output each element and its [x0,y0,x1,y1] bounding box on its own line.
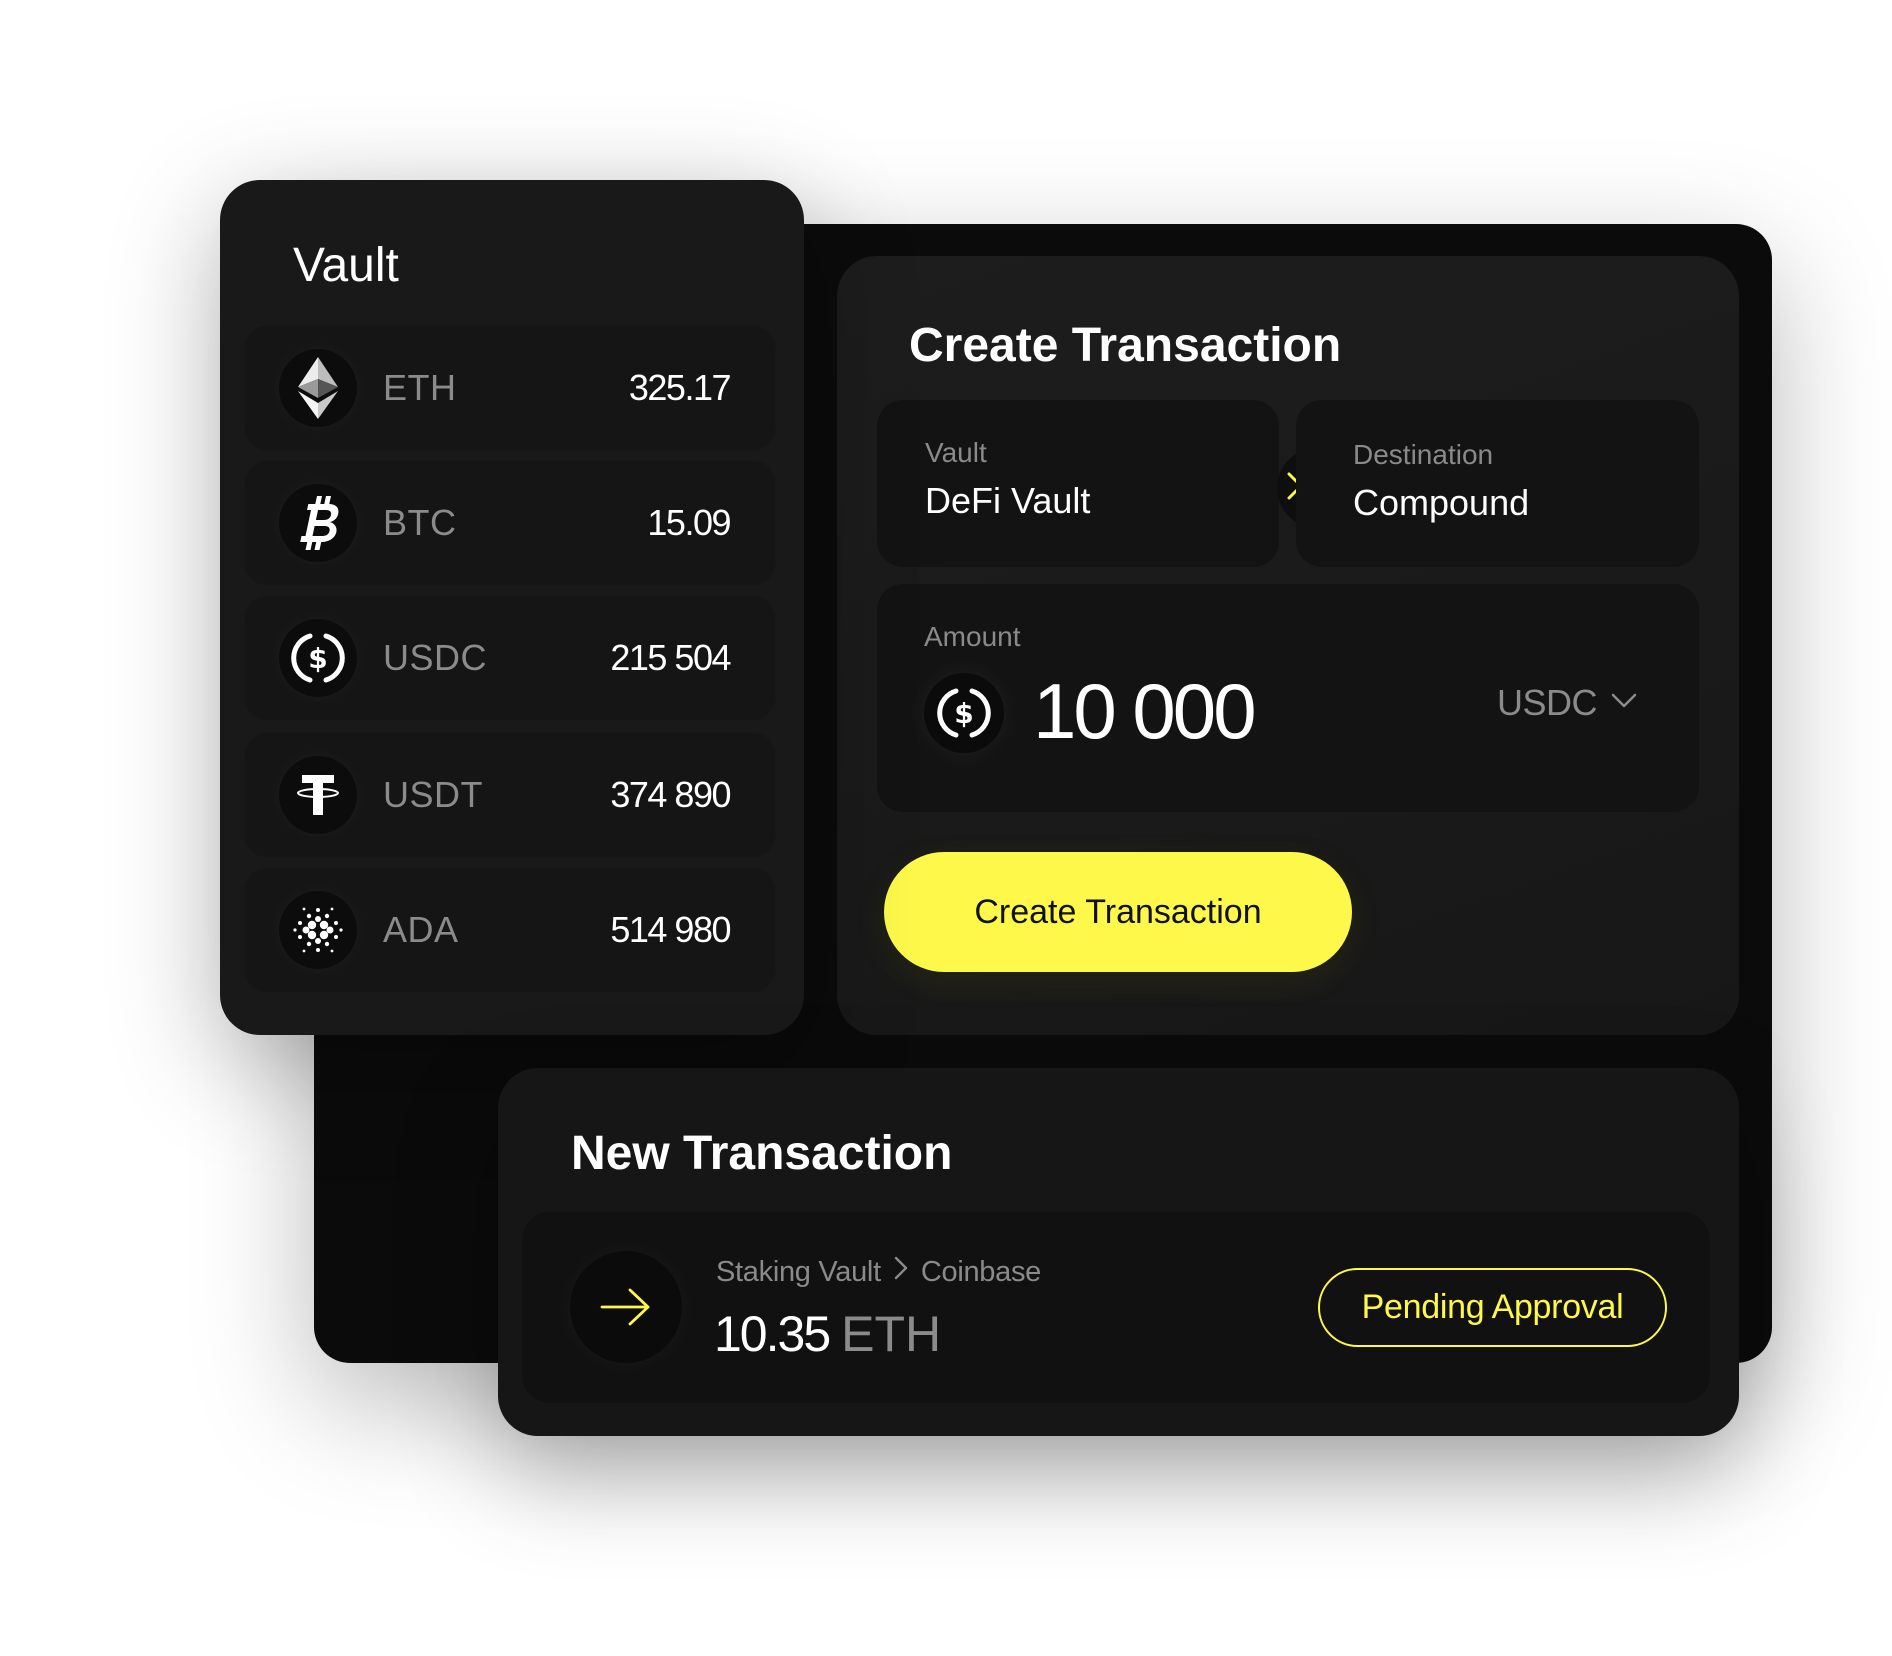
destination-value: Compound [1353,482,1530,523]
create-transaction-button[interactable]: Create Transaction [884,852,1352,972]
route-from: Staking Vault [716,1256,881,1288]
vault-title: Vault [293,239,399,292]
transaction-amount: 10.35 ETH [714,1304,941,1364]
asset-row-eth[interactable]: ETH 325.17 [244,325,776,451]
svg-text:$: $ [308,642,327,675]
create-transaction-title: Create Transaction [909,319,1342,372]
asset-balance: 215 504 [610,637,731,678]
asset-row-btc[interactable]: BTC 15.09 [244,460,776,586]
destination-label: Destination [1353,439,1494,470]
asset-balance: 15.09 [647,502,731,543]
usdc-icon: $ [279,619,357,697]
ethereum-icon [279,349,357,427]
asset-row-usdt[interactable]: USDT 374 890 [244,732,776,858]
asset-symbol: BTC [383,502,457,543]
route-to: Coinbase [920,1256,1041,1288]
asset-row-usdc[interactable]: $ USDC 215 504 [244,595,776,721]
asset-row-ada[interactable]: ADA 514 980 [244,867,776,993]
chevron-down-icon [1611,693,1637,714]
amount-unit: ETH [841,1306,942,1362]
svg-text:$: $ [954,697,973,730]
source-vault-selector[interactable]: Vault DeFi Vault [877,400,1279,567]
destination-selector[interactable]: Destination Compound [1296,400,1699,567]
asset-balance: 514 980 [610,909,731,950]
cardano-icon [279,891,357,969]
vault-panel: Vault ETH 325.17 BTC 15.09 $ USDC 215 50… [220,180,804,1035]
transaction-row[interactable]: Staking Vault Coinbase 10.35 ETH Pending … [522,1212,1710,1403]
arrow-right-icon [570,1251,682,1363]
asset-balance: 325.17 [628,367,732,408]
amount-field[interactable]: Amount $ 10 000 USDC [877,584,1699,812]
usdc-icon: $ [924,673,1004,753]
source-value: DeFi Vault [925,480,1091,521]
source-label: Vault [925,437,987,468]
amount-value: 10.35 [714,1306,831,1362]
tether-icon [279,756,357,834]
asset-balance: 374 890 [610,774,731,815]
amount-input[interactable]: 10 000 [1033,666,1257,756]
chevron-right-icon [893,1254,909,1290]
status-badge: Pending Approval [1318,1268,1667,1347]
new-transaction-panel: New Transaction Staking Vault Coinbase 1… [498,1068,1739,1436]
transaction-route: Staking Vault Coinbase [716,1254,1041,1290]
new-transaction-title: New Transaction [571,1127,953,1180]
currency-label: USDC [1496,682,1598,723]
asset-symbol: ADA [383,909,459,950]
asset-symbol: USDT [383,774,483,815]
bitcoin-icon [279,484,357,562]
amount-label: Amount [924,621,1021,652]
asset-symbol: USDC [383,637,488,678]
create-transaction-panel: Create Transaction Vault DeFi Vault Dest… [837,256,1739,1035]
currency-dropdown[interactable]: USDC [1497,682,1637,724]
asset-symbol: ETH [383,367,457,408]
